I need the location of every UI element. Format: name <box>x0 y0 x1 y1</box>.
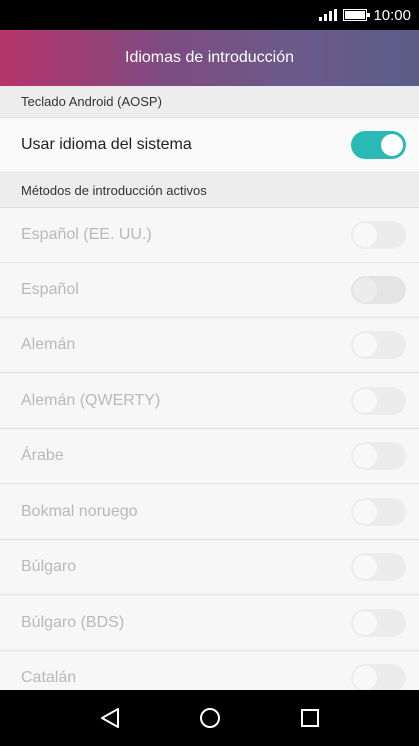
language-row[interactable]: Español <box>0 263 419 318</box>
home-icon[interactable] <box>195 703 225 733</box>
signal-icon <box>319 9 338 21</box>
toggle-knob <box>381 134 403 156</box>
toggle-knob <box>353 611 377 635</box>
recents-icon[interactable] <box>295 703 325 733</box>
language-toggle[interactable] <box>351 276 406 304</box>
language-row[interactable]: Español (EE. UU.) <box>0 208 419 263</box>
navigation-bar <box>0 690 419 746</box>
system-language-row[interactable]: Usar idioma del sistema <box>0 118 419 173</box>
language-toggle[interactable] <box>351 664 406 692</box>
language-label: Búlgaro <box>21 558 77 575</box>
app-header: Idiomas de introducción <box>0 30 419 86</box>
language-toggle[interactable] <box>351 331 406 359</box>
section-header-active-methods: Métodos de introducción activos <box>0 174 419 208</box>
language-toggle[interactable] <box>351 553 406 581</box>
language-row[interactable]: Búlgaro (BDS) <box>0 596 419 651</box>
language-row[interactable]: Catalán <box>0 651 419 692</box>
system-language-toggle[interactable] <box>351 131 406 159</box>
section-title: Métodos de introducción activos <box>21 183 207 198</box>
toggle-knob <box>353 333 377 357</box>
language-row[interactable]: Bokmal noruego <box>0 485 419 540</box>
language-row[interactable]: Alemán (QWERTY) <box>0 374 419 429</box>
language-label: Catalán <box>21 669 77 686</box>
system-language-label: Usar idioma del sistema <box>21 136 192 153</box>
language-label: Búlgaro (BDS) <box>21 614 125 631</box>
status-bar: 10:00 <box>0 0 419 30</box>
section-title: Teclado Android (AOSP) <box>21 94 162 109</box>
language-label: Alemán (QWERTY) <box>21 392 161 409</box>
back-icon[interactable] <box>95 703 125 733</box>
language-toggle[interactable] <box>351 221 406 249</box>
language-toggle[interactable] <box>351 498 406 526</box>
language-label: Español <box>21 281 79 298</box>
toggle-knob <box>353 500 377 524</box>
language-toggle[interactable] <box>351 387 406 415</box>
toggle-knob <box>353 555 377 579</box>
language-row[interactable]: Búlgaro <box>0 540 419 595</box>
toggle-knob <box>353 389 377 413</box>
toggle-knob <box>353 223 377 247</box>
battery-icon <box>343 9 371 21</box>
language-row[interactable]: Árabe <box>0 429 419 484</box>
status-time: 10:00 <box>373 6 411 24</box>
toggle-knob <box>353 278 377 302</box>
language-label: Alemán <box>21 336 76 353</box>
toggle-knob <box>353 444 377 468</box>
language-row[interactable]: Alemán <box>0 318 419 373</box>
section-header-keyboard: Teclado Android (AOSP) <box>0 86 419 118</box>
toggle-knob <box>353 666 377 690</box>
language-label: Bokmal noruego <box>21 503 138 520</box>
language-label: Árabe <box>21 447 64 464</box>
language-toggle[interactable] <box>351 609 406 637</box>
language-toggle[interactable] <box>351 442 406 470</box>
page-title: Idiomas de introducción <box>125 49 294 66</box>
language-label: Español (EE. UU.) <box>21 226 152 243</box>
